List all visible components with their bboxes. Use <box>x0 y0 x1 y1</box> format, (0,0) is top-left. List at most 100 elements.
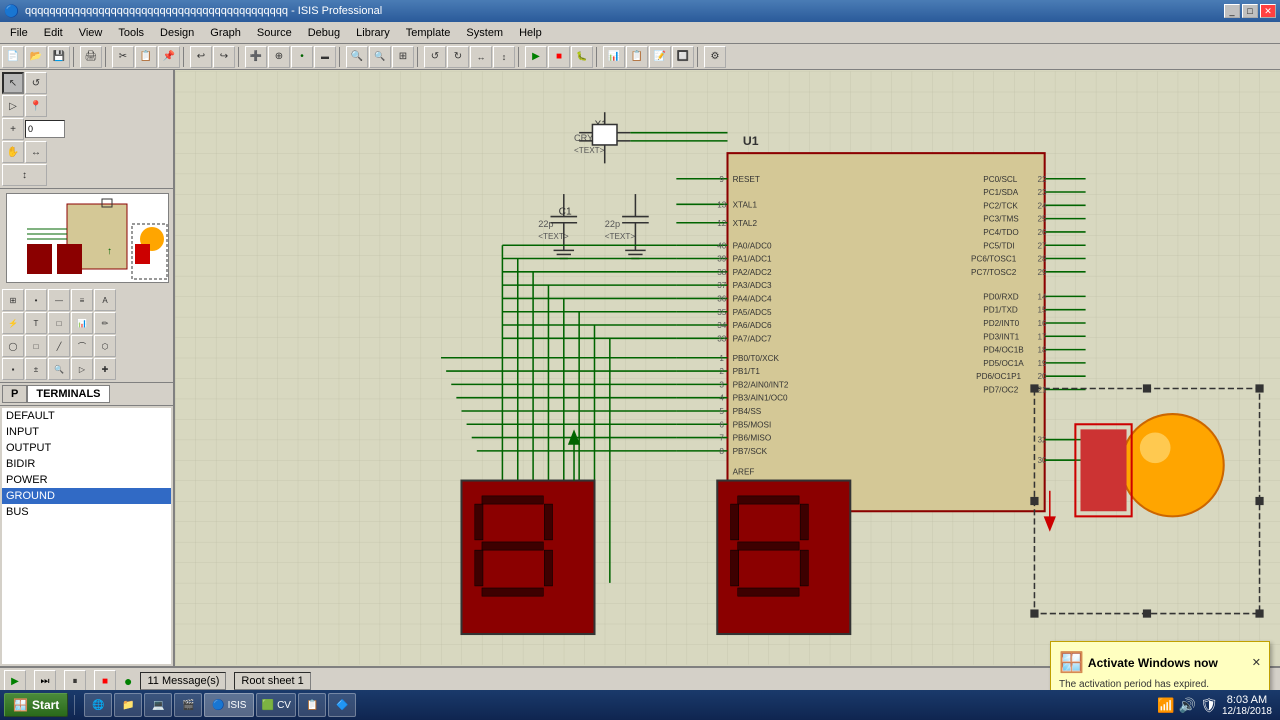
tb-zoom-in[interactable]: 🔍 <box>346 46 368 68</box>
comp-default[interactable]: DEFAULT <box>2 408 171 424</box>
tool-component-mode[interactable]: ⊞ <box>2 289 24 311</box>
comp-power[interactable]: POWER <box>2 472 171 488</box>
step-button[interactable]: ⏭ <box>34 670 56 692</box>
tb-open[interactable]: 📂 <box>25 46 47 68</box>
tb-cut[interactable]: ✂ <box>112 46 134 68</box>
tb-rotate-right[interactable]: ↻ <box>447 46 469 68</box>
tool-arc[interactable]: ⌒ <box>71 335 93 357</box>
maximize-button[interactable]: □ <box>1242 4 1258 18</box>
menu-system[interactable]: System <box>458 25 511 41</box>
taskbar-isis[interactable]: 🔵ISIS <box>204 693 254 717</box>
tool-shape[interactable]: ◯ <box>2 335 24 357</box>
comp-input[interactable]: INPUT <box>2 424 171 440</box>
menu-view[interactable]: View <box>71 25 111 41</box>
tb-graph[interactable]: 📊 <box>603 46 625 68</box>
start-button[interactable]: 🪟 Start <box>4 693 68 717</box>
tb-bus[interactable]: ▬ <box>314 46 336 68</box>
tool-marker[interactable]: ✚ <box>94 358 116 380</box>
comp-output[interactable]: OUTPUT <box>2 440 171 456</box>
tb-redo[interactable]: ↪ <box>213 46 235 68</box>
menu-graph[interactable]: Graph <box>202 25 249 41</box>
tb-print[interactable]: 🖨 <box>80 46 102 68</box>
stop-button[interactable]: ■ <box>94 670 116 692</box>
tb-property[interactable]: ⚙ <box>704 46 726 68</box>
menu-tools[interactable]: Tools <box>110 25 152 41</box>
tool-wire[interactable]: 📍 <box>25 95 47 117</box>
tool-pan[interactable]: ✋ <box>2 141 24 163</box>
minimize-button[interactable]: _ <box>1224 4 1240 18</box>
tb-zoom-fit[interactable]: ⊞ <box>392 46 414 68</box>
tb-debug[interactable]: 🐛 <box>571 46 593 68</box>
taskbar-extra1[interactable]: 📋 <box>298 693 326 717</box>
menu-library[interactable]: Library <box>348 25 398 41</box>
tool-zoom[interactable]: + <box>2 118 24 140</box>
tool-line[interactable]: ╱ <box>48 335 70 357</box>
taskbar-ie[interactable]: 🌐 <box>84 693 112 717</box>
menu-source[interactable]: Source <box>249 25 300 41</box>
tool-move[interactable]: ↕ <box>2 164 47 186</box>
comp-bus[interactable]: BUS <box>2 504 171 520</box>
tool-graph2[interactable]: 📊 <box>71 312 93 334</box>
tool-bus-mode[interactable]: ≡ <box>71 289 93 311</box>
zoom-field[interactable]: 0 <box>25 120 65 138</box>
menu-design[interactable]: Design <box>152 25 202 41</box>
tb-wire[interactable]: ➕ <box>245 46 267 68</box>
taskbar-computer[interactable]: 💻 <box>144 693 172 717</box>
menu-template[interactable]: Template <box>398 25 459 41</box>
tool-flip[interactable]: ↔ <box>25 141 47 163</box>
menu-debug[interactable]: Debug <box>300 25 348 41</box>
tool-wire-mode[interactable]: — <box>48 289 70 311</box>
tool-rect[interactable]: □ <box>25 335 47 357</box>
tb-bom[interactable]: 📝 <box>649 46 671 68</box>
taskbar-extra2[interactable]: 🔷 <box>328 693 356 717</box>
comp-ground[interactable]: GROUND <box>2 488 171 504</box>
tab-terminals[interactable]: TERMINALS <box>27 385 109 403</box>
tb-rotate-left[interactable]: ↺ <box>424 46 446 68</box>
tb-zoom-out[interactable]: 🔍 <box>369 46 391 68</box>
taskbar-cv[interactable]: 🟩CV <box>256 693 296 717</box>
tb-stop[interactable]: ■ <box>548 46 570 68</box>
comp-bidir[interactable]: BIDIR <box>2 456 171 472</box>
taskbar-media[interactable]: 🎬 <box>174 693 202 717</box>
tool-tape[interactable]: ▷ <box>71 358 93 380</box>
play-button[interactable]: ▶ <box>4 670 26 692</box>
tb-junction[interactable]: • <box>291 46 313 68</box>
tool-rotate[interactable]: ↺ <box>25 72 47 94</box>
notification-close[interactable]: ✕ <box>1252 656 1261 669</box>
tool-junction-mode[interactable]: • <box>25 289 47 311</box>
menu-file[interactable]: File <box>2 25 36 41</box>
menu-edit[interactable]: Edit <box>36 25 71 41</box>
tool-label-mode[interactable]: A <box>94 289 116 311</box>
tb-sep7 <box>518 47 522 67</box>
tb-flip-h[interactable]: ↔ <box>470 46 492 68</box>
tool-port[interactable]: □ <box>48 312 70 334</box>
svg-text:24: 24 <box>1038 201 1048 210</box>
close-button[interactable]: ✕ <box>1260 4 1276 18</box>
tb-undo[interactable]: ↩ <box>190 46 212 68</box>
tab-p[interactable]: P <box>2 385 27 403</box>
tb-component[interactable]: ⊕ <box>268 46 290 68</box>
tb-save[interactable]: 💾 <box>48 46 70 68</box>
tool-fill[interactable]: ▪ <box>2 358 24 380</box>
pause-button[interactable]: ⏸ <box>64 670 86 692</box>
tool-arrow[interactable]: ▷ <box>2 95 24 117</box>
tb-simulate[interactable]: ▶ <box>525 46 547 68</box>
tool-probe[interactable]: 🔍 <box>48 358 70 380</box>
tool-select[interactable]: ↖ <box>2 72 24 94</box>
tool-terminal[interactable]: T <box>25 312 47 334</box>
component-list: DEFAULT INPUT OUTPUT BIDIR POWER GROUND … <box>2 408 171 664</box>
tool-symbol[interactable]: ± <box>25 358 47 380</box>
menu-help[interactable]: Help <box>511 25 550 41</box>
tb-netlist[interactable]: 📋 <box>626 46 648 68</box>
tool-power[interactable]: ⚡ <box>2 312 24 334</box>
schematic-canvas[interactable]: X1 CRYSTAL <TEXT> C1 22p <TEXT> <box>175 70 1280 666</box>
tool-poly[interactable]: ⬡ <box>94 335 116 357</box>
tb-flip-v[interactable]: ↕ <box>493 46 515 68</box>
window-controls[interactable]: _ □ ✕ <box>1224 4 1276 18</box>
tb-copy[interactable]: 📋 <box>135 46 157 68</box>
taskbar-files[interactable]: 📁 <box>114 693 142 717</box>
tool-text[interactable]: ✏ <box>94 312 116 334</box>
tb-new[interactable]: 📄 <box>2 46 24 68</box>
tb-paste[interactable]: 📌 <box>158 46 180 68</box>
tb-pcb[interactable]: 🔲 <box>672 46 694 68</box>
